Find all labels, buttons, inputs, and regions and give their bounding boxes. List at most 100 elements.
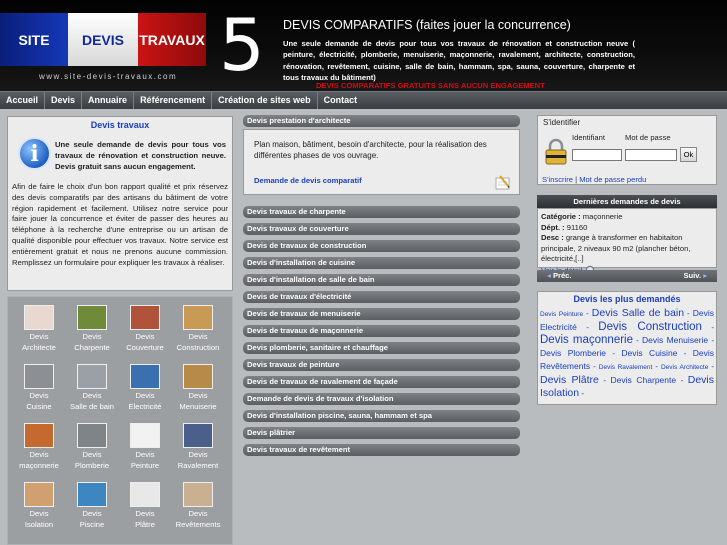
- category-image[interactable]: [183, 482, 213, 507]
- info-intro: Une seule demande de devis pour tous vos…: [55, 140, 226, 171]
- menu-creation-sites[interactable]: Création de sites web: [212, 92, 318, 109]
- category-thumb[interactable]: Devis Charpente: [67, 305, 117, 353]
- category-image[interactable]: [24, 482, 54, 507]
- menu-devis[interactable]: Devis: [45, 92, 83, 109]
- devis-bar[interactable]: Devis travaux de charpente: [243, 206, 520, 218]
- logo-site[interactable]: SITE: [0, 13, 68, 66]
- logo-devis[interactable]: DEVIS: [68, 13, 138, 66]
- category-thumb[interactable]: Devis Menuiserie: [173, 364, 223, 412]
- tag-link[interactable]: Devis Cuisine: [621, 348, 677, 358]
- tag-link[interactable]: Devis Menuiserie: [642, 335, 708, 345]
- tag-link[interactable]: Devis Plomberie: [540, 348, 606, 358]
- devis-bar[interactable]: Devis d'installation de salle de bain: [243, 274, 520, 286]
- category-thumb[interactable]: Devis Ravalement: [173, 423, 223, 471]
- devis-bar[interactable]: Devis d'installation piscine, sauna, ham…: [243, 410, 520, 422]
- category-label[interactable]: Devis Architecte: [14, 332, 64, 353]
- category-image[interactable]: [24, 423, 54, 448]
- category-label[interactable]: Devis Plomberie: [67, 450, 117, 471]
- lost-password-link[interactable]: Mot de passe perdu: [579, 175, 646, 184]
- category-thumb[interactable]: Devis Couverture: [120, 305, 170, 353]
- tag-link[interactable]: Devis Construction: [598, 321, 702, 333]
- category-thumb[interactable]: Devis Architecte: [14, 305, 64, 353]
- category-image[interactable]: [77, 305, 107, 330]
- category-thumb[interactable]: Devis Peinture: [120, 423, 170, 471]
- category-image[interactable]: [183, 364, 213, 389]
- category-thumb[interactable]: Devis Plomberie: [67, 423, 117, 471]
- category-image[interactable]: [77, 482, 107, 507]
- category-label[interactable]: Devis Construction: [173, 332, 223, 353]
- category-label[interactable]: Devis Piscine: [67, 509, 117, 530]
- menu-accueil[interactable]: Accueil: [0, 92, 46, 109]
- category-thumb[interactable]: Devis Construction: [173, 305, 223, 353]
- popular-devis-title: Devis les plus demandés: [573, 294, 681, 304]
- identifiant-input[interactable]: [572, 149, 622, 161]
- devis-bar[interactable]: Devis de travaux de construction: [243, 240, 520, 252]
- prev-button[interactable]: ◂ Préc.: [547, 270, 572, 282]
- next-button[interactable]: Suiv. ▸: [683, 270, 707, 282]
- login-ok-button[interactable]: Ok: [680, 147, 697, 162]
- devis-bar[interactable]: Devis d'installation de cuisine: [243, 257, 520, 269]
- tag-link[interactable]: Devis Peinture: [540, 311, 583, 318]
- tag-link[interactable]: Devis Plâtre: [540, 374, 599, 386]
- menu-contact[interactable]: Contact: [318, 92, 364, 109]
- category-image[interactable]: [130, 482, 160, 507]
- category-image[interactable]: [130, 305, 160, 330]
- architecte-link[interactable]: Demande de devis comparatif: [254, 176, 362, 185]
- tag-link[interactable]: Devis Salle de bain: [592, 307, 684, 319]
- menu-referencement[interactable]: Référencement: [134, 92, 213, 109]
- category-label[interactable]: Devis maçonnerie: [14, 450, 64, 471]
- menu-annuaire[interactable]: Annuaire: [82, 92, 135, 109]
- category-thumb[interactable]: Devis Salle de bain: [67, 364, 117, 412]
- devis-bar[interactable]: Devis de travaux de maçonnerie: [243, 325, 520, 337]
- bar-architecte[interactable]: Devis prestation d'architecte: [243, 115, 520, 127]
- category-label[interactable]: Devis Electricité: [120, 391, 170, 412]
- category-thumb[interactable]: Devis Revêtements: [173, 482, 223, 530]
- category-label[interactable]: Devis Isolation: [14, 509, 64, 530]
- category-thumb[interactable]: Devis Cuisine: [14, 364, 64, 412]
- category-image[interactable]: [24, 364, 54, 389]
- category-label[interactable]: Devis Peinture: [120, 450, 170, 471]
- devis-bar[interactable]: Demande de devis de travaux d'isolation: [243, 393, 520, 405]
- register-link[interactable]: S'inscrire: [542, 175, 573, 184]
- category-image[interactable]: [183, 423, 213, 448]
- tag-link[interactable]: Devis Ravalement: [599, 364, 653, 371]
- category-label[interactable]: Devis Revêtements: [173, 509, 223, 530]
- category-label[interactable]: Devis Couverture: [120, 332, 170, 353]
- devis-bar[interactable]: Devis plâtrier: [243, 427, 520, 439]
- latest-demands-title: Dernières demandes de devis: [537, 195, 717, 208]
- dept-value: 91160: [564, 222, 588, 232]
- category-thumb[interactable]: Devis maçonnerie: [14, 423, 64, 471]
- devis-bar[interactable]: Devis travaux de couverture: [243, 223, 520, 235]
- category-label[interactable]: Devis Ravalement: [173, 450, 223, 471]
- devis-bar[interactable]: Devis travaux de revêtement: [243, 444, 520, 456]
- category-label[interactable]: Devis Plâtre: [120, 509, 170, 530]
- devis-bar[interactable]: Devis de travaux de menuiserie: [243, 308, 520, 320]
- category-image[interactable]: [77, 423, 107, 448]
- tag-link[interactable]: Devis Architecte: [661, 364, 708, 371]
- category-label[interactable]: Devis Salle de bain: [67, 391, 117, 412]
- devis-bar[interactable]: Devis travaux de peinture: [243, 359, 520, 371]
- category-thumb[interactable]: Devis Plâtre: [120, 482, 170, 530]
- category-image[interactable]: [130, 423, 160, 448]
- devis-bar[interactable]: Devis de travaux de ravalement de façade: [243, 376, 520, 388]
- category-label[interactable]: Devis Cuisine: [14, 391, 64, 412]
- category-thumb[interactable]: Devis Piscine: [67, 482, 117, 530]
- category-image[interactable]: [77, 364, 107, 389]
- devis-bar[interactable]: Devis de travaux d'électricité: [243, 291, 520, 303]
- category-image[interactable]: [183, 305, 213, 330]
- password-input[interactable]: [625, 149, 677, 161]
- category-thumb[interactable]: Devis Electricité: [120, 364, 170, 412]
- category-image[interactable]: [130, 364, 160, 389]
- category-label[interactable]: Devis Charpente: [67, 332, 117, 353]
- tag-link[interactable]: Devis Charpente: [611, 375, 677, 385]
- password-label: Mot de passe: [625, 133, 671, 142]
- pencil-paper-icon[interactable]: [494, 174, 512, 190]
- tag-link[interactable]: Devis maçonnerie: [540, 334, 633, 346]
- logo-travaux[interactable]: TRAVAUX: [138, 13, 206, 66]
- category-thumb[interactable]: Devis Isolation: [14, 482, 64, 530]
- identifiant-label: Identifiant: [572, 133, 605, 142]
- category-image[interactable]: [24, 305, 54, 330]
- devis-bars: Devis travaux de charpente Devis travaux …: [243, 206, 520, 456]
- category-label[interactable]: Devis Menuiserie: [173, 391, 223, 412]
- devis-bar[interactable]: Devis plomberie, sanitaire et chauffage: [243, 342, 520, 354]
